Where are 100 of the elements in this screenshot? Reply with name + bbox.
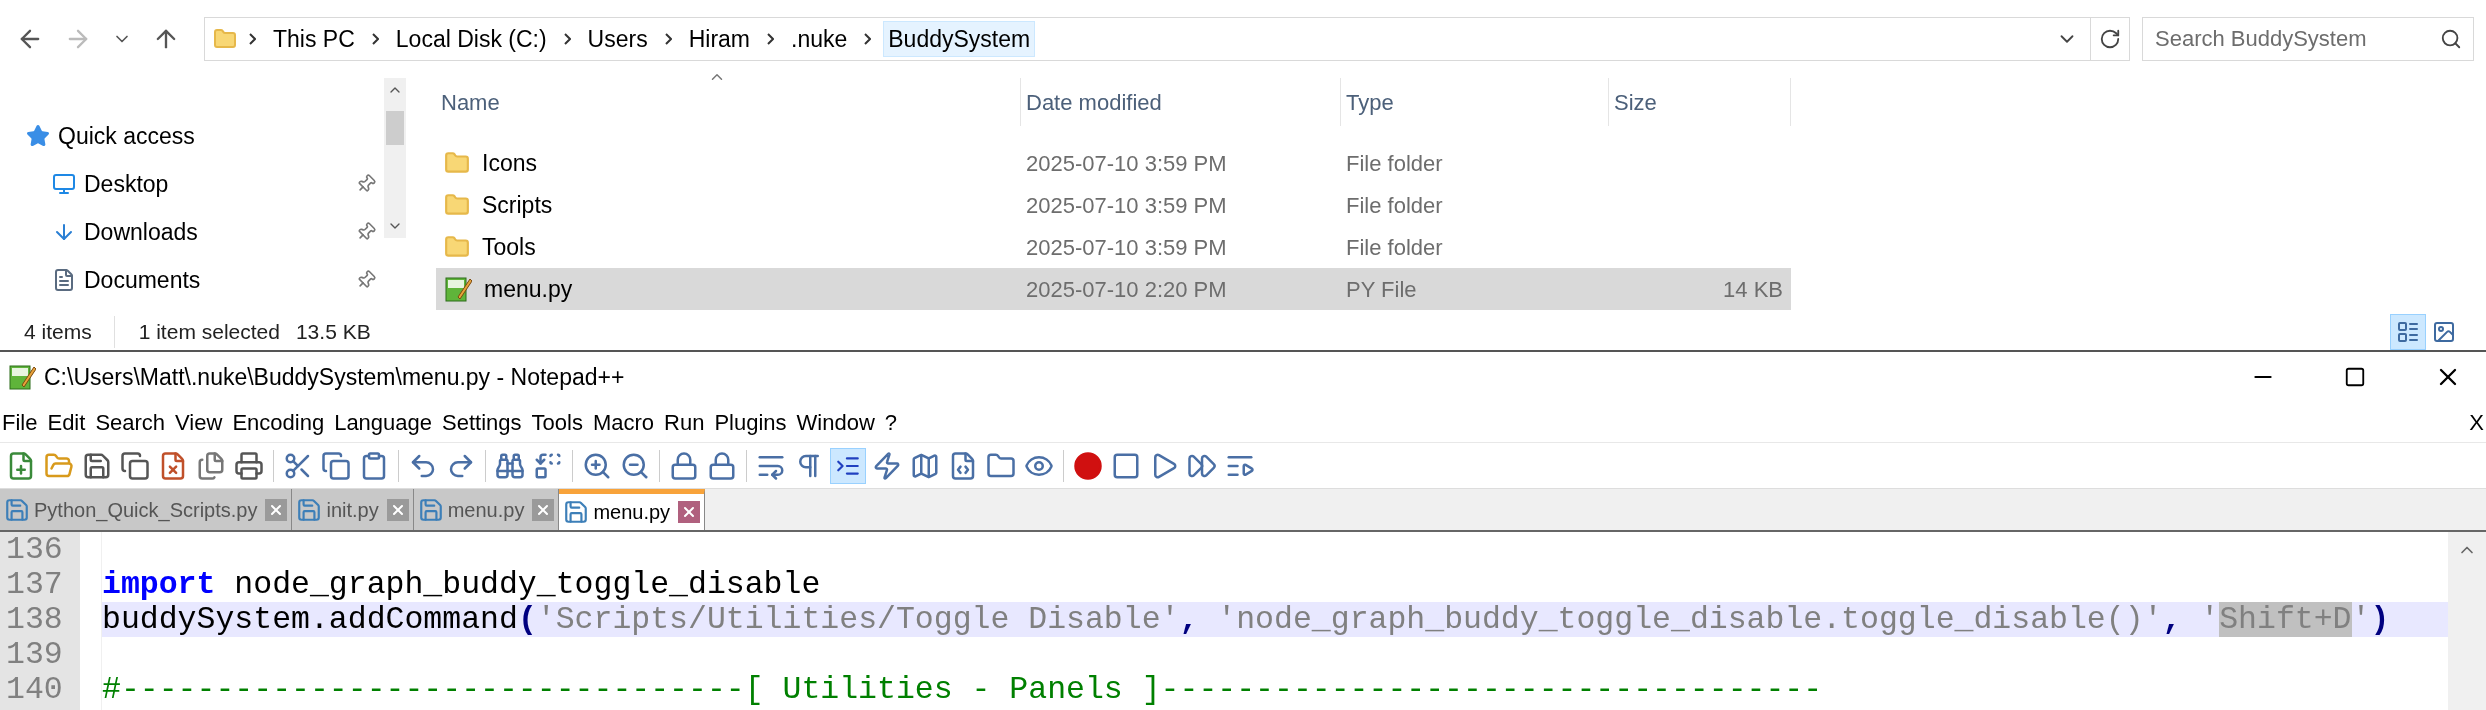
menu-item[interactable]: Settings [437,405,527,439]
folder-icon [213,27,237,51]
menu-item[interactable]: Language [329,405,438,439]
column-header[interactable]: Date modified [1026,85,1162,119]
line-number: 137 [5,567,64,602]
file-type: File folder [1346,192,1443,218]
scrollbar[interactable] [2448,532,2486,710]
close-document-button[interactable]: X [2469,405,2486,439]
file-name: Scripts [482,190,553,220]
date-modified: 2025-07-10 3:59 PM [1026,150,1227,176]
details-list-icon [2396,320,2420,344]
breadcrumb-separator-icon [864,33,872,45]
menu-item[interactable]: Macro [587,405,659,439]
breadcrumb-separator-icon [767,33,774,45]
date-modified: 2025-07-10 3:59 PM [1026,234,1227,260]
file-row[interactable]: menu.py 2025-07-10 2:20 PM PY File 14 KB [436,268,1791,310]
address-bar[interactable]: This PC Local Disk (C:) Users Hiram .nuke BuddySystem [204,17,2130,61]
details-view-button[interactable] [2390,314,2426,350]
file-row[interactable]: Tools 2025-07-10 3:59 PM File folder [436,226,1791,268]
code-token: #---------------------------------[ Utilities - Panels ]----------------------------------- [102,672,1823,707]
line-number: 136 [5,532,64,567]
breadcrumb-item[interactable]: Users [582,20,653,58]
breadcrumb-item[interactable]: .nuke [786,20,853,58]
breadcrumb-item[interactable]: Local Disk (C:) [390,20,552,58]
sidebar-item[interactable]: Quick access [0,112,384,160]
file-name: Tools [482,232,536,262]
code-token: , [1179,602,1199,637]
menu-item[interactable]: Edit [42,405,91,439]
indent-guide-button[interactable] [830,447,866,484]
lightning-icon[interactable] [872,450,902,481]
breadcrumb-item[interactable]: BuddySystem [883,20,1036,58]
star-icon [26,124,50,148]
menu-item[interactable]: Tools [526,405,588,439]
search-field[interactable]: Search BuddySystem [2142,17,2474,61]
status-text: 13.5 KB [295,319,371,346]
line-number: 138 [5,602,64,637]
tab-close-icon[interactable] [265,498,288,521]
save-all-icon[interactable] [120,450,150,481]
file-name: Icons [482,148,537,178]
search-icon [2440,28,2462,50]
menu-item[interactable]: View [170,405,228,439]
document-tab[interactable]: menu.py [413,489,560,530]
file-type: File folder [1346,234,1443,260]
date-modified: 2025-07-10 2:20 PM [1026,276,1227,302]
code-token: Shift+D [2219,602,2352,637]
breadcrumb-item[interactable]: Hiram [683,20,755,58]
menu-item[interactable]: Plugins [709,405,792,439]
menu-item[interactable]: Search [90,405,171,439]
menu-item[interactable]: ? [879,405,903,439]
file-size: 14 KB [1723,276,1783,302]
code-token: ( [517,602,537,637]
record-icon[interactable] [1073,450,1103,481]
breadcrumb-separator-icon [371,33,379,45]
menu-item[interactable]: Encoding [227,405,330,439]
close-all-icon[interactable] [196,450,226,481]
print-icon[interactable] [234,450,264,481]
menu-item[interactable]: Run [659,405,710,439]
sidebar-item[interactable]: Downloads [0,208,384,256]
maximize-button[interactable] [2344,366,2366,388]
column-header[interactable]: Size [1614,85,1657,119]
code-token: ) [2370,602,2390,637]
sidebar-item[interactable]: Documents [0,256,384,304]
document-tab[interactable]: init.py [292,489,414,530]
breadcrumb-separator-icon [563,33,571,45]
scrollbar[interactable] [384,78,406,238]
date-modified: 2025-07-10 3:59 PM [1026,192,1227,218]
code-token: ' [2199,602,2220,637]
code-token: ' [2351,602,2371,637]
tab-close-icon[interactable] [678,501,701,523]
code-token: buddySystem.addCommand [102,602,518,637]
file-row[interactable]: Icons 2025-07-10 3:59 PM File folder [436,142,1791,184]
code-token: import [102,567,216,602]
column-header[interactable]: Name [441,85,500,119]
document-tab[interactable]: Python_Quick_Scripts.py [0,489,293,530]
breadcrumb-separator-icon [249,33,256,45]
image-icon [2432,320,2456,344]
menu-item[interactable]: Window [791,405,880,439]
code-token: , [2162,602,2182,637]
notepad-file-icon [444,275,472,303]
file-type: PY File [1346,276,1417,302]
folder-icon [444,234,470,260]
sidebar-item[interactable]: Desktop [0,160,384,208]
copy-icon[interactable] [321,450,351,481]
menu-item[interactable]: File [0,405,43,439]
breadcrumb-item[interactable]: This PC [268,20,360,58]
lock-icon[interactable] [707,450,737,481]
tab-close-icon[interactable] [532,498,555,521]
folder-icon [444,150,470,176]
monitor-icon [52,172,76,196]
column-header[interactable]: Type [1346,85,1394,119]
tab-close-icon[interactable] [386,498,409,521]
notepad-file-icon [8,363,36,391]
code-token: 'Scripts/Utilities/Toggle Disable' [536,602,1180,637]
file-row[interactable]: Scripts 2025-07-10 3:59 PM File folder [436,184,1791,226]
breadcrumb-separator-icon [664,33,672,45]
scrollbar-thumb[interactable] [386,111,404,145]
refresh-button[interactable] [2099,28,2121,50]
document-tab[interactable]: menu.py [559,489,706,530]
code-token: 'node_graph_buddy_toggle_disable.toggle_disable()' [1216,602,2163,637]
lock-icon[interactable] [669,450,699,481]
